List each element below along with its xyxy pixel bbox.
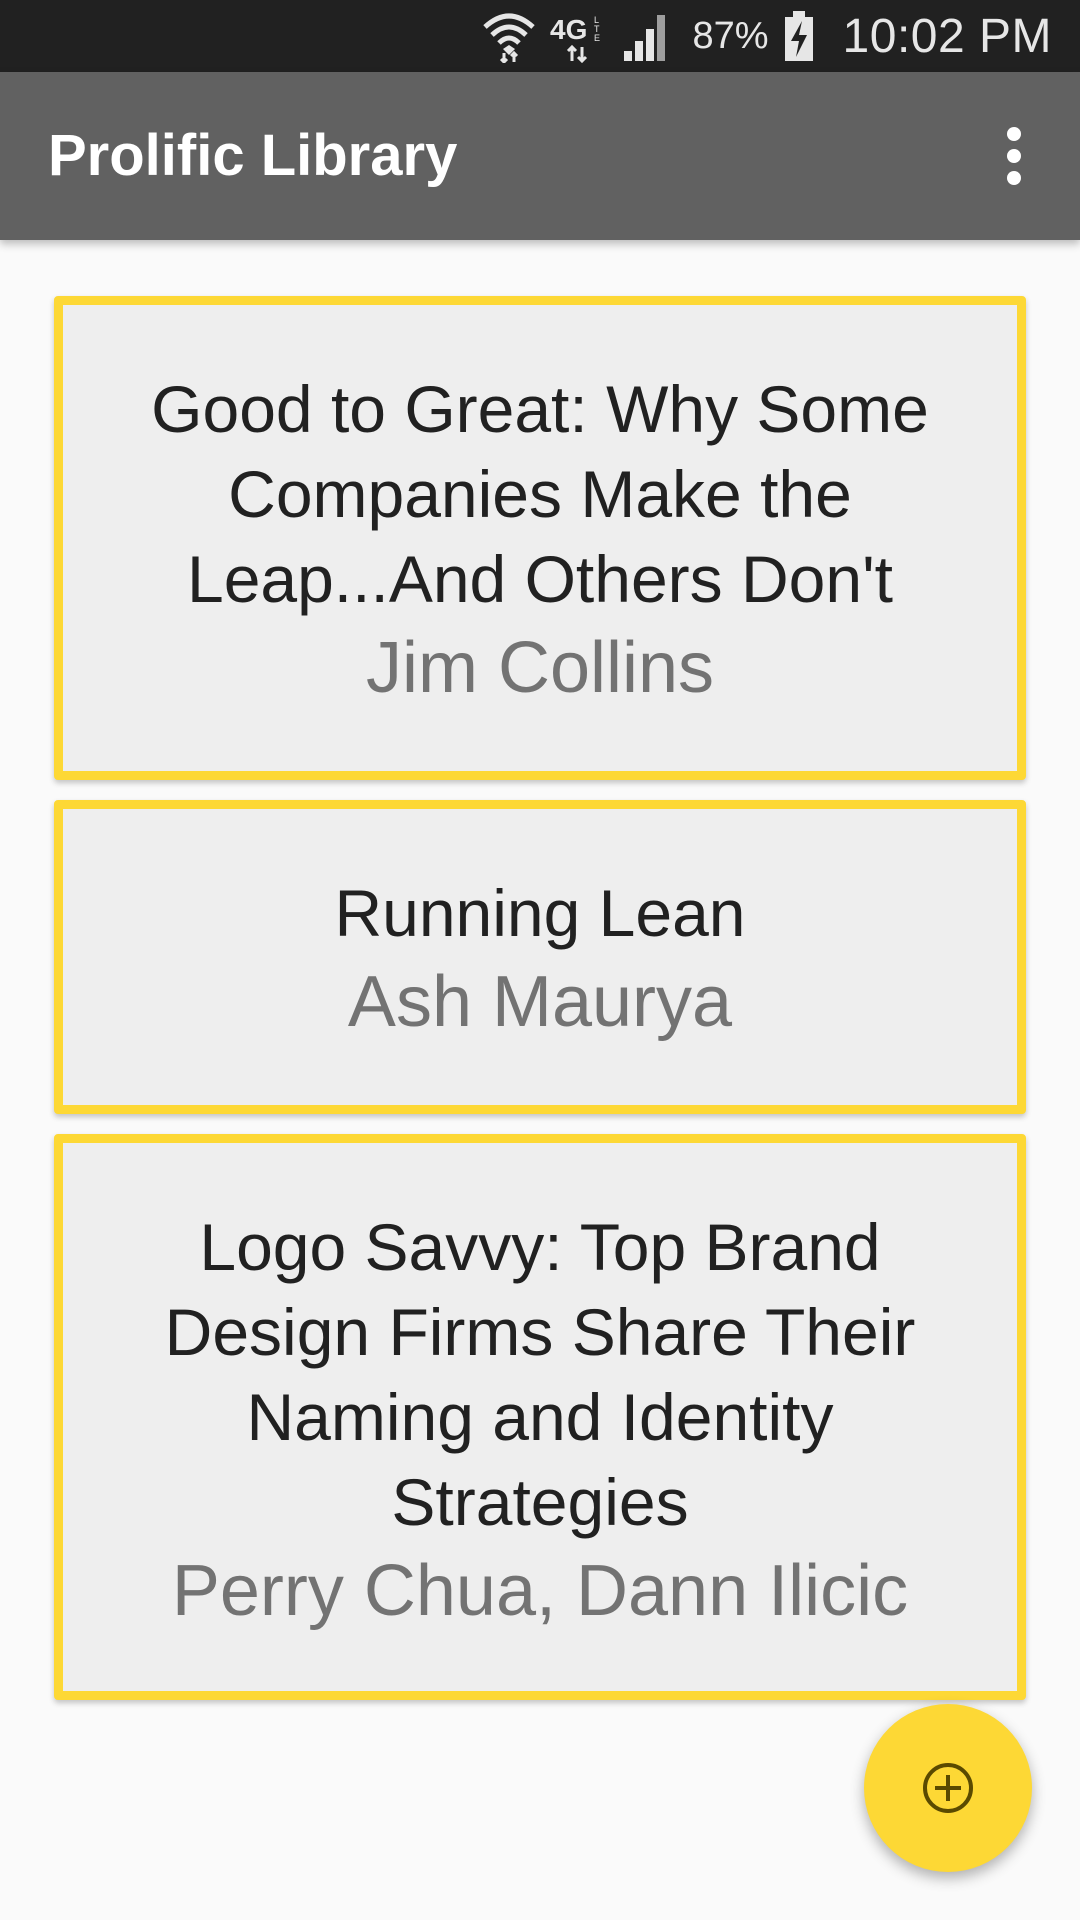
book-title: Good to Great: Why Some Companies Make t… (151, 372, 929, 616)
status-time: 10:02 PM (842, 9, 1052, 63)
book-list: Good to Great: Why Some Companies Make t… (54, 296, 1026, 1720)
book-author: Jim Collins (365, 628, 715, 708)
signal-icon (624, 15, 666, 61)
book-card[interactable]: Running Lean Ash Maurya (54, 800, 1026, 1114)
lte-4g-icon: 4G L T E (550, 14, 601, 63)
status-bar: 4G L T E 87% 10:02 PM (0, 0, 1080, 72)
app-bar: Prolific Library (0, 72, 1080, 240)
book-card[interactable]: Logo Savvy: Top Brand Design Firms Share… (54, 1134, 1026, 1700)
book-author: Perry Chua, Dann Ilicic (171, 1551, 909, 1631)
book-title: Logo Savvy: Top Brand Design Firms Share… (164, 1210, 916, 1539)
book-author: Ash Maurya (347, 962, 733, 1042)
battery-charging-icon (784, 11, 813, 61)
svg-text:E: E (594, 33, 600, 43)
app-title: Prolific Library (48, 123, 458, 188)
book-card[interactable]: Good to Great: Why Some Companies Make t… (54, 296, 1026, 780)
svg-text:4G: 4G (550, 14, 587, 45)
more-vert-icon (1007, 127, 1021, 185)
status-icons: 4G L T E 87% 10:02 PM (482, 0, 1052, 72)
book-title: Running Lean (334, 876, 746, 950)
wifi-icon (483, 13, 536, 63)
add-circle-icon (923, 1763, 973, 1813)
add-book-fab[interactable] (864, 1704, 1032, 1872)
overflow-menu-button[interactable] (974, 116, 1054, 196)
battery-percent: 87% (692, 14, 769, 57)
